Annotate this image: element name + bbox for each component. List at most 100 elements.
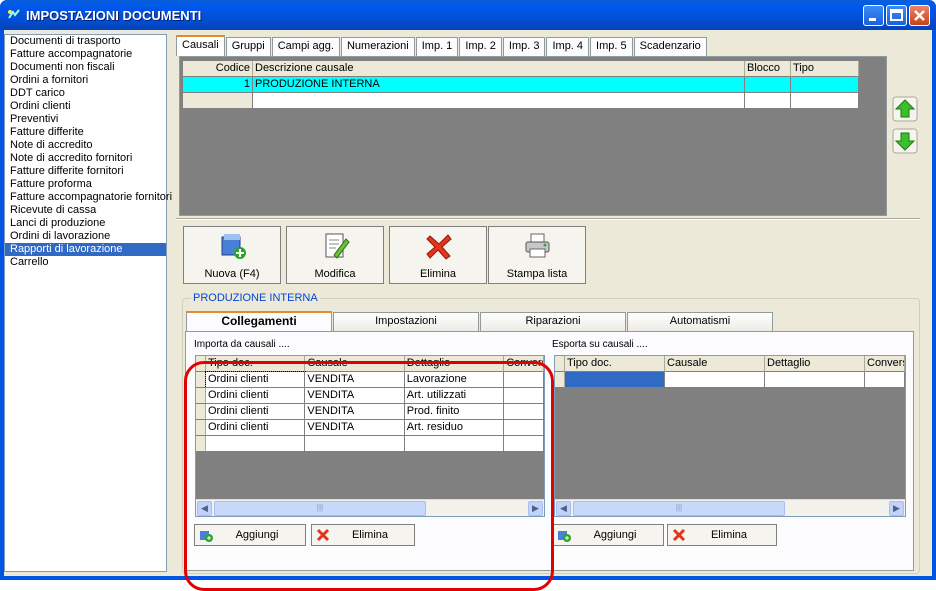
table-cell <box>504 372 544 388</box>
table-cell: VENDITA <box>305 404 405 420</box>
move-down-arrow-icon[interactable] <box>892 128 918 154</box>
modifica-label: Modifica <box>314 268 356 280</box>
column-header[interactable]: Tipo doc. <box>205 356 306 372</box>
table-cell <box>565 372 665 388</box>
maximize-icon <box>890 9 903 21</box>
tab-numerazioni[interactable]: Numerazioni <box>340 37 415 56</box>
tab-impostazioni[interactable]: Impostazioni <box>333 312 479 331</box>
list-item[interactable]: Ordini a fornitori <box>5 74 166 87</box>
window-title: IMPOSTAZIONI DOCUMENTI <box>26 8 202 23</box>
maximize-button[interactable] <box>886 5 907 26</box>
table-cell: VENDITA <box>305 388 405 404</box>
table-cell: VENDITA <box>305 420 405 436</box>
list-item[interactable]: Fatture accompagnatorie fornitori <box>5 191 172 204</box>
list-item[interactable]: Fatture proforma <box>5 178 166 191</box>
list-item[interactable]: Carrello <box>5 256 166 269</box>
app-icon <box>8 9 20 19</box>
tab-imp-4[interactable]: Imp. 4 <box>546 37 590 56</box>
list-item[interactable]: Ricevute di cassa <box>5 204 166 217</box>
list-item[interactable]: Note di accredito fornitori <box>5 152 166 165</box>
list-item[interactable]: Fatture accompagnatorie <box>5 48 166 61</box>
aggiungi-label: Aggiungi <box>235 529 279 541</box>
scroll-right-icon[interactable]: ▶ <box>528 501 543 516</box>
table-row[interactable]: Ordini clienti VENDITA Prod. finito <box>196 404 544 420</box>
esporta-hscrollbar[interactable]: ◀ ||| ▶ <box>555 499 905 516</box>
move-up-arrow-icon[interactable] <box>892 96 918 122</box>
importa-aggiungi-button[interactable]: Aggiungi <box>194 524 306 546</box>
column-header[interactable]: Dettaglio <box>765 356 865 372</box>
client-area: Documenti di trasporto Fatture accompagna… <box>4 30 932 591</box>
column-header[interactable]: Causale <box>305 356 405 372</box>
table-cell <box>504 436 544 452</box>
nuova-button[interactable]: Nuova (F4) <box>183 226 281 284</box>
col-descrizione[interactable]: Descrizione causale <box>253 61 745 77</box>
lower-tab-strip: Collegamenti Impostazioni Riparazioni Autom… <box>186 311 774 332</box>
tab-causali[interactable]: Causali <box>176 35 225 56</box>
table-cell: Ordini clienti <box>204 371 307 389</box>
tab-automatismi[interactable]: Automatismi <box>627 312 773 331</box>
list-item[interactable]: Note di accredito <box>5 139 166 152</box>
table-row[interactable]: Ordini clienti VENDITA Art. residuo <box>196 420 544 436</box>
col-blocco[interactable]: Blocco <box>745 61 791 77</box>
list-item[interactable]: Fatture differite fornitori <box>5 165 166 178</box>
importa-hscrollbar[interactable]: ◀ ||| ▶ <box>196 499 544 516</box>
esporta-grid[interactable]: Tipo doc.CausaleDettaglioConversi ◀ ||| … <box>554 355 906 517</box>
column-header[interactable]: Conversi <box>865 356 905 372</box>
column-header[interactable]: Dettaglio <box>404 356 505 372</box>
tab-riparazioni[interactable]: Riparazioni <box>480 312 626 331</box>
stampa-lista-button[interactable]: Stampa lista <box>488 226 586 284</box>
scroll-left-icon[interactable]: ◀ <box>197 501 212 516</box>
scroll-thumb[interactable]: ||| <box>214 501 426 516</box>
table-row-empty[interactable] <box>555 372 905 388</box>
scroll-left-icon[interactable]: ◀ <box>556 501 571 516</box>
col-tipo[interactable]: Tipo <box>791 61 859 77</box>
causali-panel: Codice Descrizione causale Blocco Tipo 1… <box>179 56 887 216</box>
close-button[interactable] <box>909 5 930 26</box>
list-item[interactable]: DDT carico <box>5 87 166 100</box>
tab-gruppi[interactable]: Gruppi <box>225 37 271 56</box>
tab-imp-3[interactable]: Imp. 3 <box>502 37 546 56</box>
document-type-list[interactable]: Documenti di trasporto Fatture accompagna… <box>4 34 172 572</box>
edit-document-icon <box>325 233 350 259</box>
column-header[interactable]: Convers <box>504 356 544 372</box>
table-row[interactable]: Ordini clienti VENDITA Art. utilizzati <box>196 388 544 404</box>
tab-imp-2[interactable]: Imp. 2 <box>459 37 502 56</box>
list-item[interactable]: Ordini clienti <box>5 100 166 113</box>
tab-scadenzario[interactable]: Scadenzario <box>633 37 707 56</box>
tab-imp-1[interactable]: Imp. 1 <box>415 37 459 56</box>
tab-collegamenti[interactable]: Collegamenti <box>186 311 332 331</box>
table-row[interactable]: 1 PRODUZIONE INTERNA <box>183 77 859 93</box>
list-item[interactable]: Documenti non fiscali <box>5 61 166 74</box>
printer-icon <box>525 233 550 258</box>
scroll-thumb[interactable]: ||| <box>573 501 785 516</box>
list-item[interactable]: Lanci di produzione <box>5 217 166 230</box>
col-codice[interactable]: Codice <box>183 61 253 77</box>
table-row-empty[interactable] <box>196 436 544 452</box>
table-cell: Lavorazione <box>404 372 505 388</box>
title-bar: IMPOSTAZIONI DOCUMENTI <box>0 0 936 30</box>
list-item[interactable]: Documenti di trasporto <box>5 35 166 48</box>
nuova-label: Nuova (F4) <box>204 268 260 280</box>
column-header[interactable]: Tipo doc. <box>565 356 665 372</box>
table-row-empty[interactable] <box>183 93 859 109</box>
list-item[interactable]: Rapporti di lavorazione <box>5 243 166 256</box>
importa-grid[interactable]: Tipo doc. Causale Dettaglio Convers Ordini c… <box>195 355 545 517</box>
scroll-right-icon[interactable]: ▶ <box>889 501 904 516</box>
tab-imp-5[interactable]: Imp. 5 <box>590 37 633 56</box>
esporta-elimina-button[interactable]: Elimina <box>667 524 777 546</box>
table-cell: Art. utilizzati <box>404 388 505 404</box>
esporta-aggiungi-button[interactable]: Aggiungi <box>552 524 664 546</box>
table-row[interactable]: Ordini clienti VENDITA Lavorazione <box>196 371 544 389</box>
list-item[interactable]: Preventivi <box>5 113 166 126</box>
causali-grid[interactable]: Codice Descrizione causale Blocco Tipo 1… <box>183 61 859 109</box>
importa-elimina-button[interactable]: Elimina <box>311 524 415 546</box>
elimina-button[interactable]: Elimina <box>389 226 487 284</box>
tab-campi-agg-[interactable]: Campi agg. <box>271 37 340 56</box>
table-cell <box>765 372 865 388</box>
collegamenti-panel: Importa da causali .... Esporta su causa… <box>185 331 914 571</box>
column-header[interactable]: Causale <box>665 356 765 372</box>
modifica-button[interactable]: Modifica <box>286 226 384 284</box>
list-item[interactable]: Ordini di lavorazione <box>5 230 166 243</box>
minimize-button[interactable] <box>863 5 884 26</box>
list-item[interactable]: Fatture differite <box>5 126 166 139</box>
